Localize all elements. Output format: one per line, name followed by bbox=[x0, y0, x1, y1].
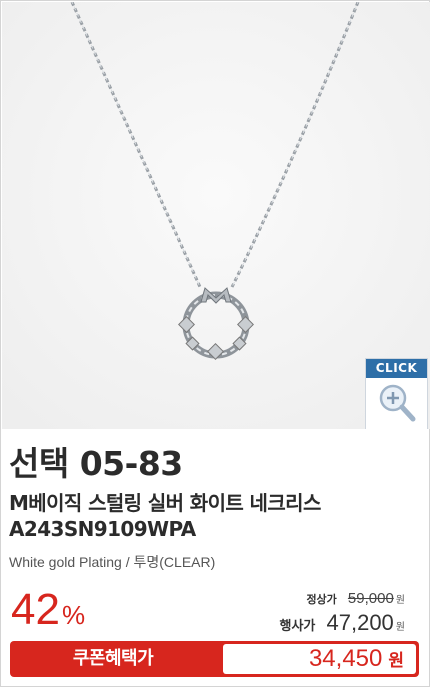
regular-price-unit: 원 bbox=[395, 595, 405, 606]
magnifier-plus-icon bbox=[379, 384, 416, 422]
product-name[interactable]: M베이직 스털링 실버 화이트 네크리스 bbox=[9, 490, 321, 516]
product-code-title: 선택 05-83 bbox=[9, 444, 183, 483]
product-card: CLICK 선택 05-83 M베이직 스털링 실버 화이트 네크리스 A243… bbox=[0, 0, 430, 687]
coupon-price-bar[interactable]: 쿠폰혜택가 34,450 원 bbox=[10, 641, 419, 677]
product-option: White gold Plating / 투명(CLEAR) bbox=[9, 554, 216, 570]
product-model-number[interactable]: A243SN9109WPA bbox=[9, 516, 196, 542]
click-label: CLICK bbox=[366, 359, 427, 378]
coupon-price-box: 34,450 원 bbox=[223, 644, 416, 674]
discount-rate: 42% bbox=[11, 585, 85, 645]
product-image[interactable]: CLICK bbox=[2, 2, 430, 429]
sale-price-row: 행사가 47,200 원 bbox=[280, 610, 405, 636]
sale-price-value: 47,200 bbox=[326, 610, 394, 635]
coupon-price-unit: 원 bbox=[388, 651, 404, 671]
zoom-click-badge[interactable]: CLICK bbox=[365, 358, 428, 429]
regular-price-label: 정상가 bbox=[306, 593, 337, 606]
coupon-label: 쿠폰혜택가 bbox=[72, 648, 154, 669]
coupon-price-value: 34,450 bbox=[308, 645, 383, 672]
sale-price-unit: 원 bbox=[395, 622, 405, 633]
discount-percent-sign: % bbox=[61, 600, 86, 630]
regular-price-value: 59,000 bbox=[347, 590, 394, 607]
regular-price-row: 정상가 59,000 원 bbox=[306, 589, 405, 607]
sale-price-label: 행사가 bbox=[279, 619, 316, 634]
discount-number: 42 bbox=[11, 585, 60, 634]
